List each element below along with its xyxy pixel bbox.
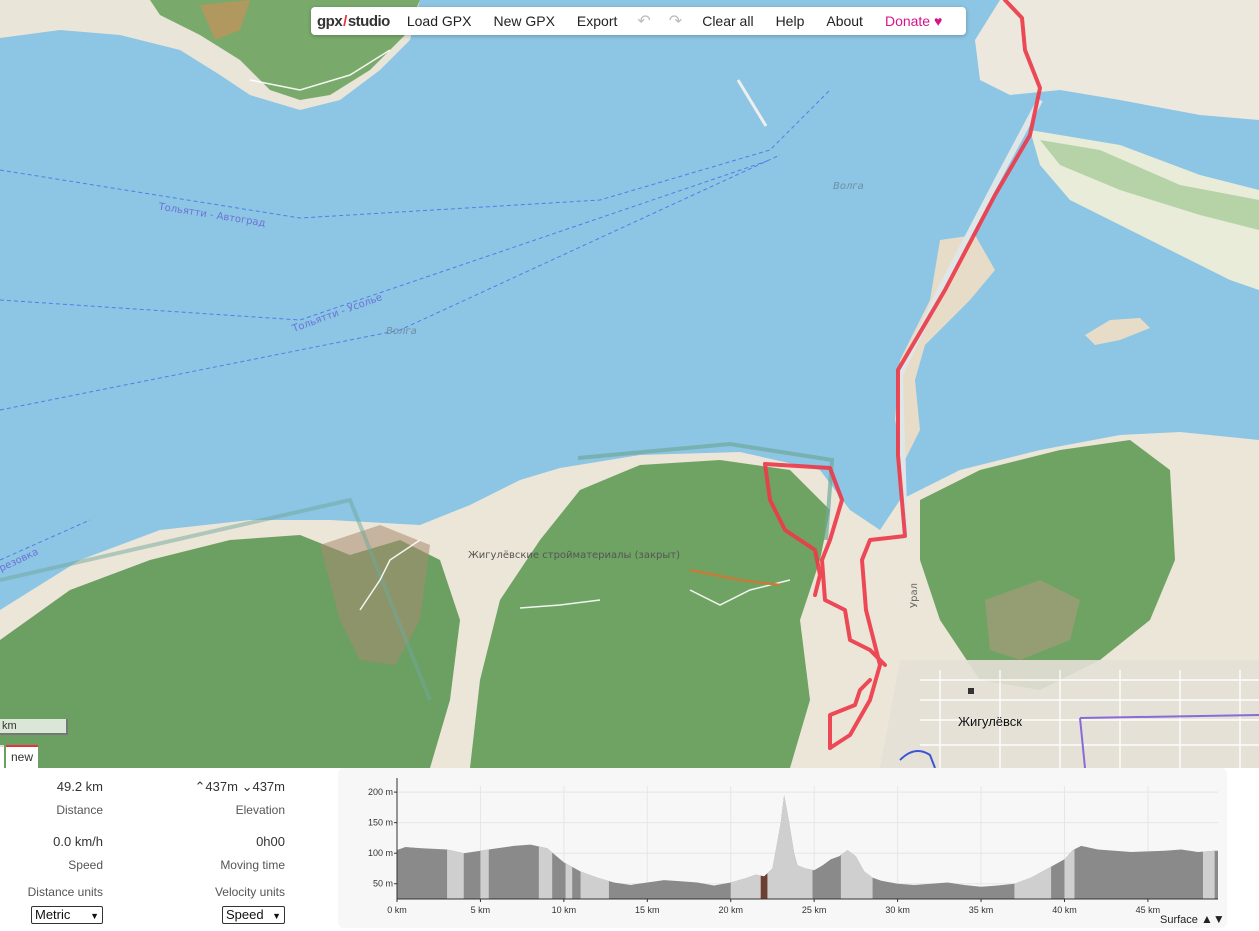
track-tabs: new — [0, 745, 38, 768]
stats-panel: 49.2 km Distance ⌃437m ⌄437m Elevation 0… — [0, 768, 1259, 931]
distance-value: 49.2 km — [56, 779, 103, 794]
load-gpx-button[interactable]: Load GPX — [396, 13, 483, 29]
surface-label: Surface — [1160, 914, 1198, 926]
elevation-down-icon: ⌄ — [241, 779, 253, 794]
chevron-down-icon: ▼ — [90, 911, 99, 921]
export-button[interactable]: Export — [566, 13, 628, 29]
redo-icon[interactable]: ↷ — [660, 11, 691, 31]
distance-units-value: Metric — [35, 907, 71, 922]
elevation-chart[interactable]: 50 m 100 m 150 m 200 m 0 km 5 km 10 km 15 km 20 … — [338, 768, 1227, 928]
surface-band — [565, 863, 573, 899]
speed-label: Speed — [68, 858, 103, 872]
x-tick-label: 25 km — [802, 905, 827, 915]
elevation-up-icon: ⌃ — [194, 779, 206, 794]
surface-band — [767, 795, 813, 899]
elevation-value: ⌃437m ⌄437m — [150, 779, 286, 795]
moving-time-label: Moving time — [220, 858, 285, 872]
y-tick-label: 200 m — [368, 787, 393, 797]
surface-band — [1202, 850, 1215, 899]
clear-all-button[interactable]: Clear all — [691, 13, 764, 29]
road-label: Урал — [908, 583, 920, 608]
logo-gpx: gpx — [317, 12, 343, 30]
x-tick-label: 5 km — [471, 905, 491, 915]
river-label-volga-1: Волга — [833, 181, 864, 192]
velocity-units-value: Speed — [226, 907, 264, 922]
x-tick-label: 0 km — [387, 905, 407, 915]
y-tick-label: 50 m — [373, 879, 393, 889]
elevation-label: Elevation — [235, 803, 285, 817]
area-label: Жигулёвские стройматериалы (закрыт) — [468, 550, 680, 561]
logo-slash-icon: / — [343, 12, 347, 30]
surface-band — [397, 847, 414, 899]
undo-icon[interactable]: ↶ — [628, 11, 659, 31]
surface-band — [1014, 866, 1052, 899]
x-tick-label: 35 km — [969, 905, 994, 915]
map-canvas[interactable] — [0, 0, 1259, 768]
distance-units-select[interactable]: Metric ▼ — [31, 906, 103, 924]
velocity-units-select[interactable]: Speed ▼ — [222, 906, 285, 924]
surface-band — [760, 873, 768, 899]
moving-time-value: 0h00 — [256, 834, 285, 849]
elevation-up: 437m — [205, 779, 238, 794]
x-tick-label: 30 km — [885, 905, 910, 915]
distance-units-label: Distance units — [27, 885, 103, 899]
surface-band — [580, 871, 609, 899]
x-tick-label: 10 km — [552, 905, 577, 915]
x-tick-label: 20 km — [718, 905, 743, 915]
surface-band — [480, 849, 489, 899]
y-tick-label: 100 m — [368, 848, 393, 858]
x-tick-label: 15 km — [635, 905, 660, 915]
help-button[interactable]: Help — [765, 13, 816, 29]
elevation-down: 437m — [252, 779, 285, 794]
speed-value: 0.0 km/h — [53, 834, 103, 849]
about-button[interactable]: About — [815, 13, 874, 29]
x-tick-label: 40 km — [1052, 905, 1077, 915]
tab-stub[interactable] — [0, 745, 4, 768]
surface-band — [730, 874, 761, 899]
surface-band — [538, 846, 553, 899]
map-view[interactable]: Тольятти - Автоград Тольятти - Усолье Во… — [0, 0, 1259, 768]
surface-band — [840, 850, 873, 899]
distance-label: Distance — [56, 803, 103, 817]
donate-button[interactable]: Donate ♥ — [874, 13, 953, 29]
tab-new[interactable]: new — [6, 745, 38, 768]
donate-label: Donate — [884, 13, 931, 29]
surface-band — [1064, 849, 1075, 899]
chevron-down-icon: ▼ — [272, 911, 281, 921]
gpx-studio-logo[interactable]: gpx / studio — [311, 13, 396, 30]
surface-band — [447, 849, 464, 899]
y-tick-label: 150 m — [368, 818, 393, 828]
river-label-volga-2: Волга — [386, 326, 417, 337]
x-tick-label: 45 km — [1136, 905, 1161, 915]
elevation-chart-svg[interactable]: 50 m 100 m 150 m 200 m 0 km 5 km 10 km 15 km 20 … — [338, 768, 1227, 928]
logo-studio: studio — [347, 12, 391, 30]
map-scale-bar: km — [0, 719, 68, 735]
new-gpx-button[interactable]: New GPX — [482, 13, 565, 29]
heart-icon: ♥ — [934, 13, 943, 29]
surface-toggle[interactable]: Surface ▲▼ — [1160, 912, 1225, 926]
main-toolbar: gpx / studio Load GPX New GPX Export ↶ ↷ C… — [311, 7, 966, 35]
city-label: Жигулёвск — [958, 714, 1022, 729]
velocity-units-label: Velocity units — [214, 885, 285, 899]
surface-arrows-icon: ▲▼ — [1200, 912, 1225, 926]
